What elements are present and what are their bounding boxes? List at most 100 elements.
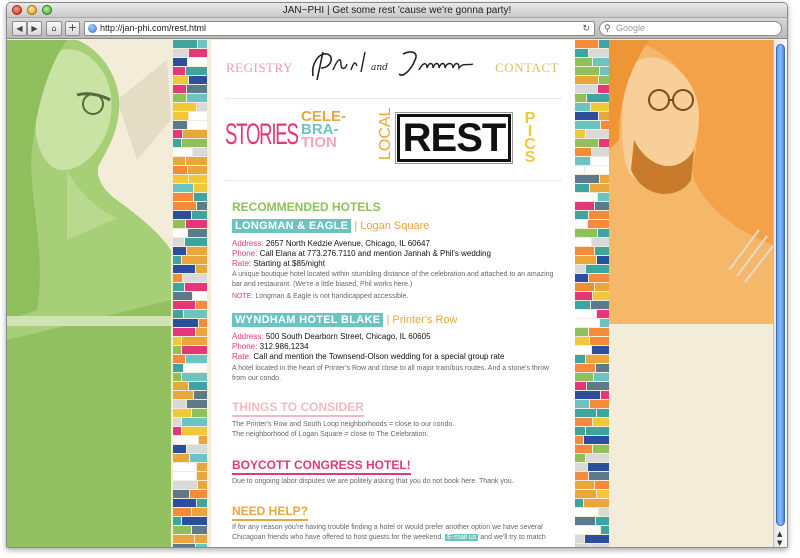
brick	[173, 175, 188, 183]
brick	[575, 319, 599, 327]
email-us-link[interactable]: E-mail us	[445, 534, 479, 541]
brick	[575, 292, 592, 300]
minimize-window-button[interactable]	[27, 5, 37, 15]
brick-row	[575, 238, 609, 246]
add-bookmark-button[interactable]: +	[65, 21, 80, 36]
brick	[575, 445, 592, 453]
brick-row	[173, 202, 207, 210]
url-text: http://jan-phi.com/rest.html	[100, 23, 207, 33]
brick-row	[173, 418, 207, 426]
scroll-up-arrow-icon[interactable]: ▲	[777, 530, 782, 538]
hotel-1-title: LONGMAN & EAGLE | Logan Square	[232, 219, 429, 233]
brick-row	[575, 364, 609, 372]
things-line-1: The Printer's Row and South Loop neighbo…	[232, 421, 455, 428]
brick	[590, 184, 609, 192]
brick	[196, 265, 207, 273]
brick-row	[173, 526, 207, 534]
reload-icon[interactable]: ↻	[582, 22, 590, 35]
brick	[575, 373, 593, 381]
brick	[173, 364, 183, 372]
section-navigation: STORIES CELE- BRA- TION LOCAL REST PICS	[225, 108, 561, 168]
brick	[575, 229, 597, 237]
local-link[interactable]: LOCAL	[377, 108, 395, 160]
brick	[589, 472, 609, 480]
brick	[198, 40, 207, 48]
pics-link[interactable]: PICS	[523, 111, 541, 166]
brick	[575, 202, 594, 210]
scrollbar-thumb[interactable]	[776, 44, 785, 526]
brick-row	[173, 238, 207, 246]
stories-link[interactable]: STORIES	[225, 118, 299, 152]
brick-row	[173, 211, 207, 219]
brick-row	[575, 175, 609, 183]
scroll-down-arrow-icon[interactable]: ▼	[777, 539, 782, 547]
rate-label: Rate:	[232, 352, 252, 361]
need-help-heading-text: NEED HELP?	[232, 504, 309, 521]
brick	[182, 418, 207, 426]
hotel-1-note-text: Longman & Eagle is not handicapped acces…	[255, 293, 409, 300]
recommended-hotels-heading: RECOMMENDED HOTELS	[232, 200, 381, 214]
brick	[575, 463, 587, 471]
brick-row	[575, 391, 609, 399]
brick	[173, 328, 195, 336]
vertical-scrollbar[interactable]: ▲ ▼	[773, 40, 787, 547]
forward-button[interactable]: ▶	[27, 21, 42, 36]
search-icon: ⚲	[604, 23, 611, 33]
home-button[interactable]: ⌂	[46, 21, 62, 36]
brick	[189, 49, 207, 57]
plus-icon: +	[67, 21, 78, 34]
contact-link[interactable]: CONTACT	[495, 60, 559, 76]
celebration-link[interactable]: CELE- BRA- TION	[301, 109, 346, 150]
back-arrow-icon: ◀	[16, 24, 23, 33]
brick-row	[575, 310, 609, 318]
brick	[575, 265, 585, 273]
site-logo[interactable]: and	[307, 46, 479, 86]
brick	[575, 193, 597, 201]
brick-row	[575, 319, 609, 327]
zoom-window-button[interactable]	[42, 5, 52, 15]
brick	[173, 535, 194, 543]
brick	[198, 481, 207, 489]
brick-row	[575, 40, 609, 48]
brick	[600, 175, 609, 183]
brick	[188, 121, 207, 129]
search-field[interactable]: ⚲ Google	[599, 21, 782, 36]
brick	[173, 265, 195, 273]
brick-row	[173, 94, 207, 102]
brick	[592, 346, 609, 354]
back-button[interactable]: ◀	[12, 21, 27, 36]
brick	[187, 247, 207, 255]
brick	[173, 157, 185, 165]
brick-row	[575, 346, 609, 354]
address-bar[interactable]: http://jan-phi.com/rest.html ↻	[84, 21, 595, 36]
brick-row	[173, 517, 207, 525]
phil-portrait	[609, 40, 773, 547]
top-divider	[225, 98, 561, 99]
hotel-1-address: 2657 North Kedzie Avenue, Chicago, IL 60…	[265, 239, 430, 248]
brick	[586, 454, 609, 462]
brick	[193, 292, 207, 300]
brick	[600, 319, 609, 327]
brick	[173, 130, 182, 138]
brick	[173, 274, 182, 282]
brick	[173, 202, 196, 210]
brick	[173, 400, 186, 408]
nav-divider	[225, 180, 561, 181]
brick	[575, 130, 585, 138]
brick-row	[173, 364, 207, 372]
brick	[597, 490, 609, 498]
phil-jannah-logo: and	[311, 51, 474, 81]
brick-row	[575, 211, 609, 219]
close-window-button[interactable]	[12, 5, 22, 15]
brick-row	[173, 256, 207, 264]
things-to-consider-heading: THINGS TO CONSIDER	[232, 400, 364, 417]
brick	[190, 454, 207, 462]
brick	[188, 166, 207, 174]
brick-row	[575, 436, 609, 444]
rest-link-active[interactable]: REST	[395, 112, 513, 164]
brick	[173, 490, 189, 498]
brick-row	[575, 157, 609, 165]
brick	[575, 247, 594, 255]
brick	[197, 103, 207, 111]
registry-link[interactable]: REGISTRY	[226, 60, 293, 76]
